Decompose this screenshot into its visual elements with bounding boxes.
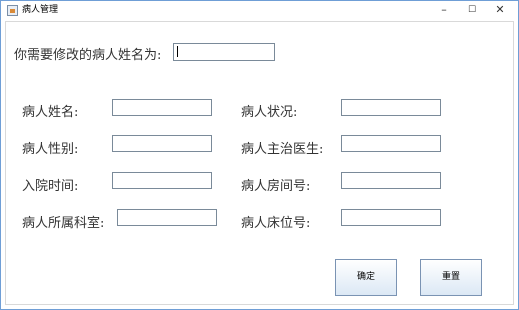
confirm-button[interactable]: 确定 xyxy=(335,259,397,296)
attending-doctor-input[interactable] xyxy=(341,135,441,152)
search-name-input[interactable] xyxy=(173,43,275,61)
department-label: 病人所属科室: xyxy=(22,216,105,231)
admission-time-label: 入院时间: xyxy=(22,179,79,194)
reset-button[interactable]: 重置 xyxy=(420,259,482,296)
patient-name-label: 病人姓名: xyxy=(22,105,79,120)
admission-time-input[interactable] xyxy=(112,172,212,189)
patient-gender-label: 病人性别: xyxy=(22,142,79,157)
patient-gender-input[interactable] xyxy=(112,135,212,152)
search-name-label: 你需要修改的病人姓名为: xyxy=(14,48,162,63)
app-icon xyxy=(7,5,18,16)
department-input[interactable] xyxy=(117,209,217,226)
room-number-label: 病人房间号: xyxy=(241,179,311,194)
minimize-button[interactable]: – xyxy=(430,1,458,21)
patient-name-input[interactable] xyxy=(112,99,212,116)
close-button[interactable]: ✕ xyxy=(486,1,514,21)
title-bar: 病人管理 – ☐ ✕ xyxy=(1,1,518,21)
patient-status-label: 病人状况: xyxy=(241,105,298,120)
text-caret xyxy=(177,46,178,57)
patient-status-input[interactable] xyxy=(341,99,441,116)
maximize-button[interactable]: ☐ xyxy=(458,1,486,21)
bed-number-label: 病人床位号: xyxy=(241,216,311,231)
room-number-input[interactable] xyxy=(341,172,441,189)
app-window: 病人管理 – ☐ ✕ 你需要修改的病人姓名为: 病人姓名: 病人状况: 病人性别… xyxy=(0,0,519,310)
window-title: 病人管理 xyxy=(22,5,59,15)
bed-number-input[interactable] xyxy=(341,209,441,226)
attending-doctor-label: 病人主治医生: xyxy=(241,142,324,157)
form-panel: 你需要修改的病人姓名为: 病人姓名: 病人状况: 病人性别: 病人主治医生: 入… xyxy=(5,21,514,305)
